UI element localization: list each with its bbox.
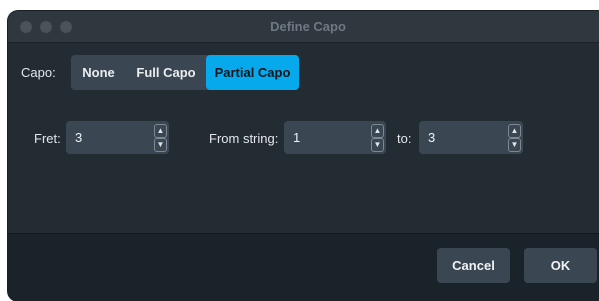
fret-decrement-icon[interactable]: ▼	[154, 138, 167, 152]
to-string-increment-icon[interactable]: ▲	[508, 124, 521, 138]
dialog-footer: Cancel OK	[8, 233, 599, 301]
fret-value[interactable]: 3	[75, 121, 82, 154]
from-string-increment-icon[interactable]: ▲	[371, 124, 384, 138]
to-string-value[interactable]: 3	[428, 121, 435, 154]
fret-label: Fret:	[34, 131, 61, 146]
title-bar: Define Capo	[8, 11, 599, 43]
window-title: Define Capo	[270, 19, 346, 34]
to-string-stepper[interactable]: 3 ▲ ▼	[419, 121, 523, 154]
capo-partial-option[interactable]: Partial Capo	[206, 55, 299, 90]
capo-none-option[interactable]: None	[71, 55, 126, 90]
to-string-decrement-icon[interactable]: ▼	[508, 138, 521, 152]
to-string-label: to:	[397, 131, 412, 146]
capo-segmented-control: None Full Capo Partial Capo	[71, 55, 299, 90]
from-string-label: From string:	[209, 131, 279, 146]
from-string-stepper[interactable]: 1 ▲ ▼	[284, 121, 386, 154]
from-string-value[interactable]: 1	[293, 121, 300, 154]
ok-button[interactable]: OK	[524, 248, 597, 283]
define-capo-dialog: Define Capo Capo: None Full Capo Partial…	[8, 11, 599, 301]
fret-increment-icon[interactable]: ▲	[154, 124, 167, 138]
capo-label: Capo:	[21, 65, 56, 80]
from-string-decrement-icon[interactable]: ▼	[371, 138, 384, 152]
cancel-button[interactable]: Cancel	[437, 248, 510, 283]
capo-full-option[interactable]: Full Capo	[126, 55, 206, 90]
fret-stepper[interactable]: 3 ▲ ▼	[66, 121, 169, 154]
